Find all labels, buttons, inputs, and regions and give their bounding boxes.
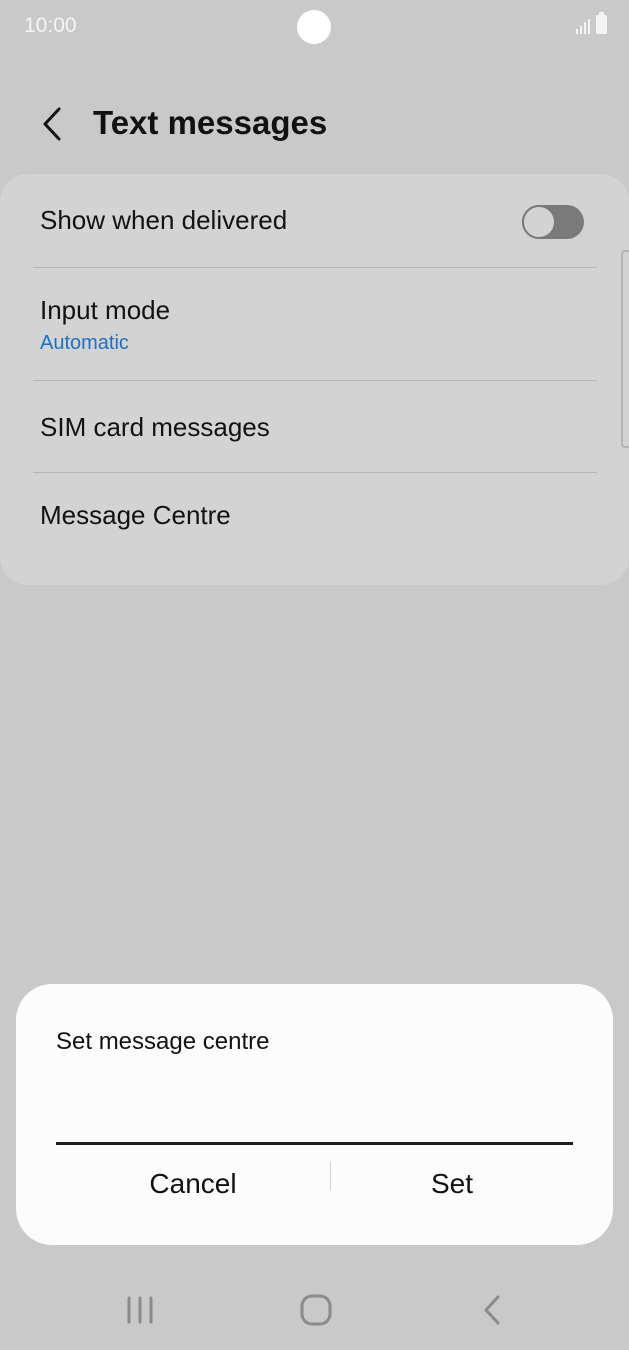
signal-icon (576, 16, 590, 34)
status-icons (576, 12, 607, 34)
message-centre-row[interactable]: Message Centre (0, 473, 629, 561)
status-bar: 10:00 (0, 0, 629, 54)
show-when-delivered-label: Show when delivered (40, 205, 288, 235)
nav-back-button[interactable] (452, 1278, 532, 1342)
status-time: 10:00 (24, 14, 77, 37)
show-when-delivered-row[interactable]: Show when delivered (0, 174, 629, 268)
settings-card: Show when delivered Input mode Automatic… (0, 174, 629, 585)
scroll-indicator[interactable] (621, 250, 629, 448)
chevron-left-icon (43, 107, 61, 141)
recent-apps-icon (127, 1296, 153, 1324)
input-mode-value: Automatic (40, 332, 129, 354)
cancel-button[interactable]: Cancel (64, 1152, 322, 1216)
recent-apps-button[interactable] (100, 1278, 180, 1342)
message-centre-input[interactable] (56, 1090, 573, 1140)
camera-cutout (297, 10, 331, 44)
sim-card-messages-label: SIM card messages (40, 412, 270, 442)
navigation-bar (0, 1278, 629, 1342)
page-title: Text messages (93, 104, 328, 141)
dialog-title: Set message centre (56, 1028, 270, 1055)
battery-icon (596, 12, 607, 34)
sim-card-messages-row[interactable]: SIM card messages (0, 381, 629, 473)
home-icon (300, 1294, 332, 1326)
set-button[interactable]: Set (323, 1152, 581, 1216)
input-underline (56, 1142, 573, 1145)
input-mode-row[interactable]: Input mode Automatic (0, 268, 629, 380)
toggle-knob (522, 205, 556, 239)
input-mode-label: Input mode (40, 295, 171, 325)
back-icon (484, 1295, 500, 1325)
back-button[interactable] (28, 98, 76, 150)
app-header: Text messages (0, 90, 629, 160)
home-button[interactable] (276, 1278, 356, 1342)
message-centre-label: Message Centre (40, 500, 231, 530)
show-when-delivered-toggle[interactable] (522, 205, 584, 239)
